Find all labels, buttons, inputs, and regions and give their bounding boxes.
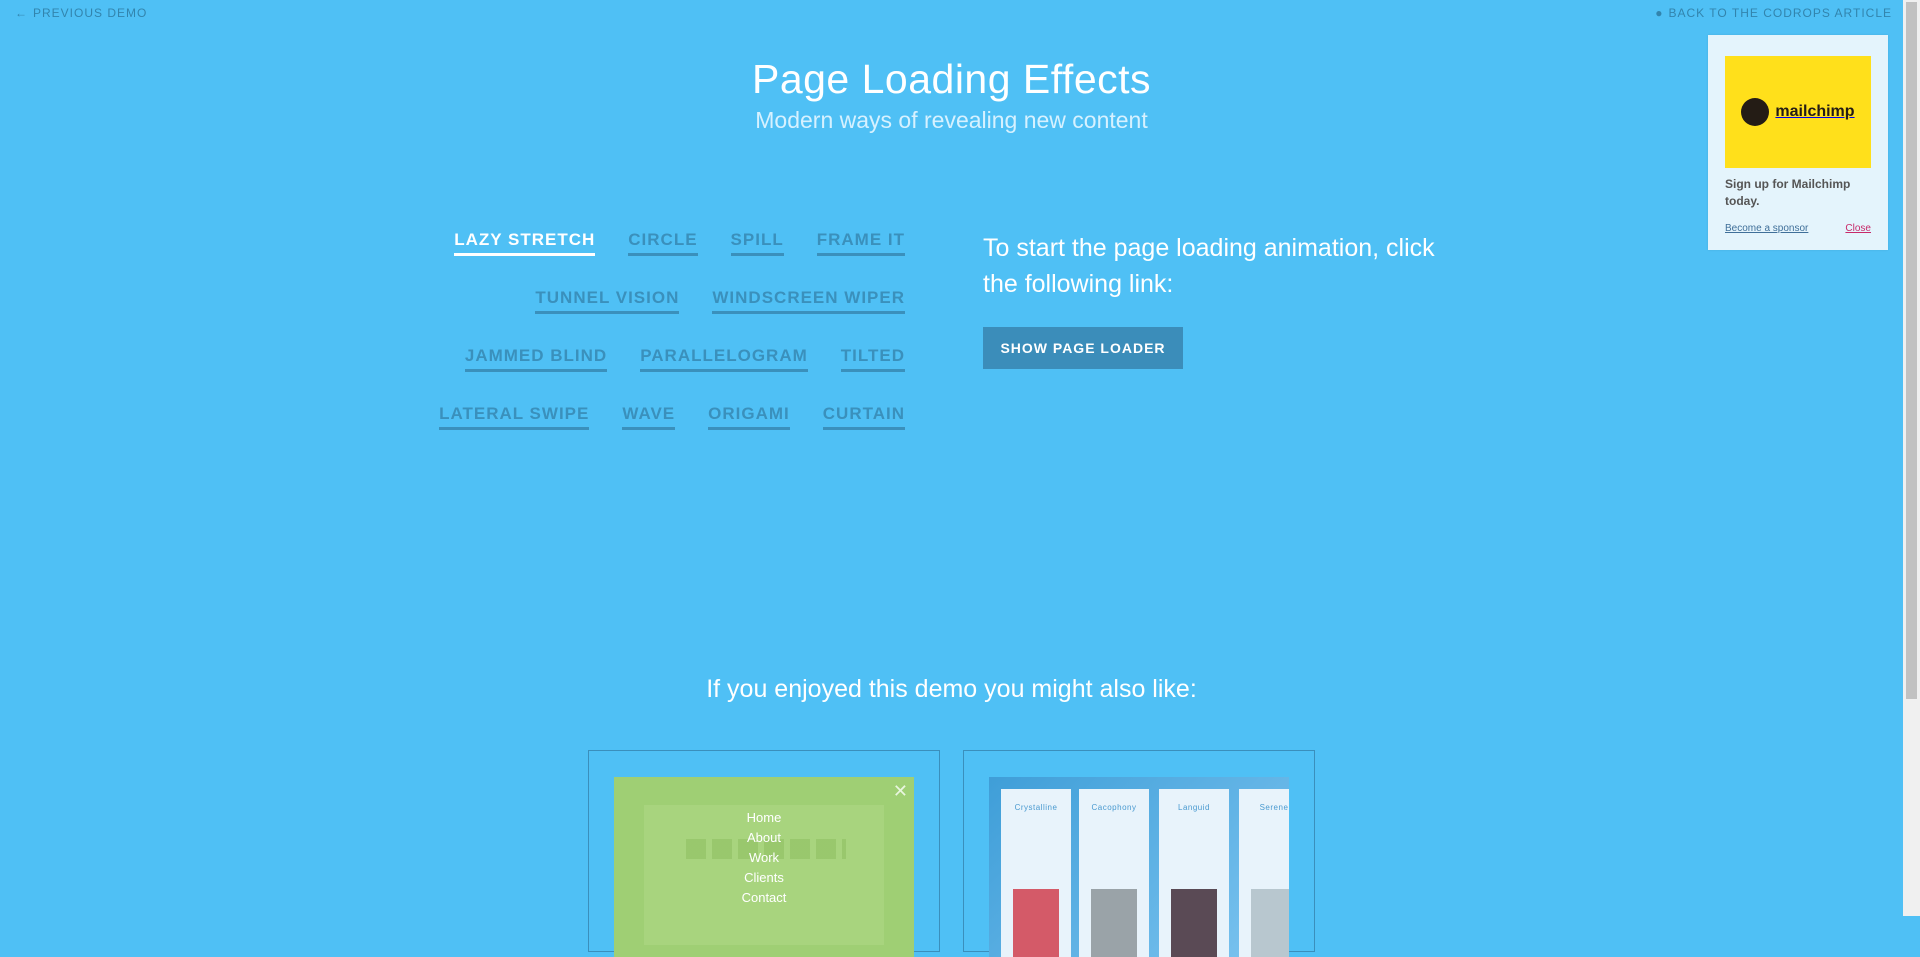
effect-link-tilted[interactable]: Tilted (840, 346, 905, 372)
related-demo-card[interactable]: ✕ Home About Work Clients Contact (588, 750, 940, 957)
page-title: Page Loading Effects (751, 56, 1152, 102)
intro-text: To start the page loading animation, cli… (983, 234, 1435, 298)
sponsor-logo-link[interactable]: mailchimp (1725, 56, 1871, 168)
scrollbar[interactable] (1903, 0, 1920, 916)
effect-link-lateral-swipe[interactable]: Lateral Swipe (439, 404, 590, 430)
panel-label: Languid (1178, 803, 1210, 812)
become-sponsor-link[interactable]: Become a sponsor (1725, 223, 1808, 234)
thumbnail-panel: Crystalline (1001, 789, 1071, 957)
related-demo-thumbnail: ✕ Home About Work Clients Contact (614, 777, 914, 957)
effects-row: Jammed Blind Parallelogram Tilted (445, 346, 905, 372)
page-subtitle: Modern ways of revealing new content (755, 107, 1148, 133)
previous-demo-label: Previous Demo (33, 6, 148, 20)
panel-illustration (1251, 889, 1289, 957)
effect-link-curtain[interactable]: Curtain (822, 404, 905, 430)
sponsor-close-link[interactable]: Close (1845, 223, 1871, 234)
back-to-article-label: Back to the Codrops Article (1668, 6, 1892, 20)
show-page-loader-button[interactable]: Show Page Loader (983, 327, 1183, 369)
back-to-article-link[interactable]: ● Back to the Codrops Article (1655, 6, 1892, 20)
sponsor-text: Sign up for Mailchimp today. (1725, 177, 1851, 208)
thumbnail-menu-item: About (747, 830, 781, 845)
effects-row: Tunnel Vision Windscreen Wiper (445, 288, 905, 314)
effects-menu: Lazy Stretch Circle Spill Frame it Tunne… (439, 230, 905, 462)
thumbnail-menu: Home About Work Clients Contact (614, 808, 914, 908)
thumbnail-panel: Serene (1239, 789, 1289, 957)
arrow-left-icon: ← (15, 6, 28, 20)
effect-link-spill[interactable]: Spill (730, 230, 784, 256)
effect-link-wave[interactable]: Wave (622, 404, 676, 430)
panel-illustration (1013, 889, 1059, 957)
effect-link-tunnel-vision[interactable]: Tunnel Vision (535, 288, 680, 314)
effect-link-lazy-stretch[interactable]: Lazy Stretch (454, 230, 596, 256)
sponsor-box: mailchimp Sign up for Mailchimp today. B… (1708, 35, 1888, 250)
previous-demo-link[interactable]: ← Previous Demo (15, 6, 147, 20)
effect-link-circle[interactable]: Circle (628, 230, 698, 256)
panel-label: Crystalline (1014, 803, 1058, 812)
drop-icon: ● (1655, 6, 1664, 20)
effect-link-parallelogram[interactable]: Parallelogram (640, 346, 808, 372)
close-icon: ✕ (892, 781, 908, 801)
panel-illustration (1091, 889, 1137, 957)
panel-illustration (1171, 889, 1217, 957)
panel-label: Serene (1259, 803, 1289, 812)
sponsor-brand: mailchimp (1775, 103, 1855, 120)
thumbnail-menu-item: Home (746, 810, 782, 825)
effects-row: Lateral Swipe Wave Origami Curtain (439, 404, 905, 430)
scrollbar-thumb[interactable] (1906, 2, 1917, 699)
page-header: Page Loading Effects Modern ways of reve… (0, 56, 1903, 134)
thumbnail-panel: Languid (1159, 789, 1229, 957)
effects-row: Lazy Stretch Circle Spill Frame it (445, 230, 905, 256)
related-title: If you enjoyed this demo you might also … (706, 675, 1197, 703)
panel-label: Cacophony (1091, 803, 1137, 812)
effect-link-frame-it[interactable]: Frame it (816, 230, 905, 256)
effect-link-windscreen-wiper[interactable]: Windscreen Wiper (712, 288, 905, 314)
effect-link-origami[interactable]: Origami (708, 404, 790, 430)
thumbnail-panel: Cacophony (1079, 789, 1149, 957)
related-demo-card[interactable]: Crystalline Cacophony Languid Serene (963, 750, 1315, 957)
thumbnail-menu-item: Contact (741, 890, 787, 905)
related-demo-thumbnail: Crystalline Cacophony Languid Serene (989, 777, 1289, 957)
mailchimp-logo-icon (1741, 98, 1770, 126)
thumbnail-menu-item: Clients (744, 870, 784, 885)
effect-link-jammed-blind[interactable]: Jammed Blind (464, 346, 608, 372)
thumbnail-menu-item: Work (748, 850, 780, 865)
